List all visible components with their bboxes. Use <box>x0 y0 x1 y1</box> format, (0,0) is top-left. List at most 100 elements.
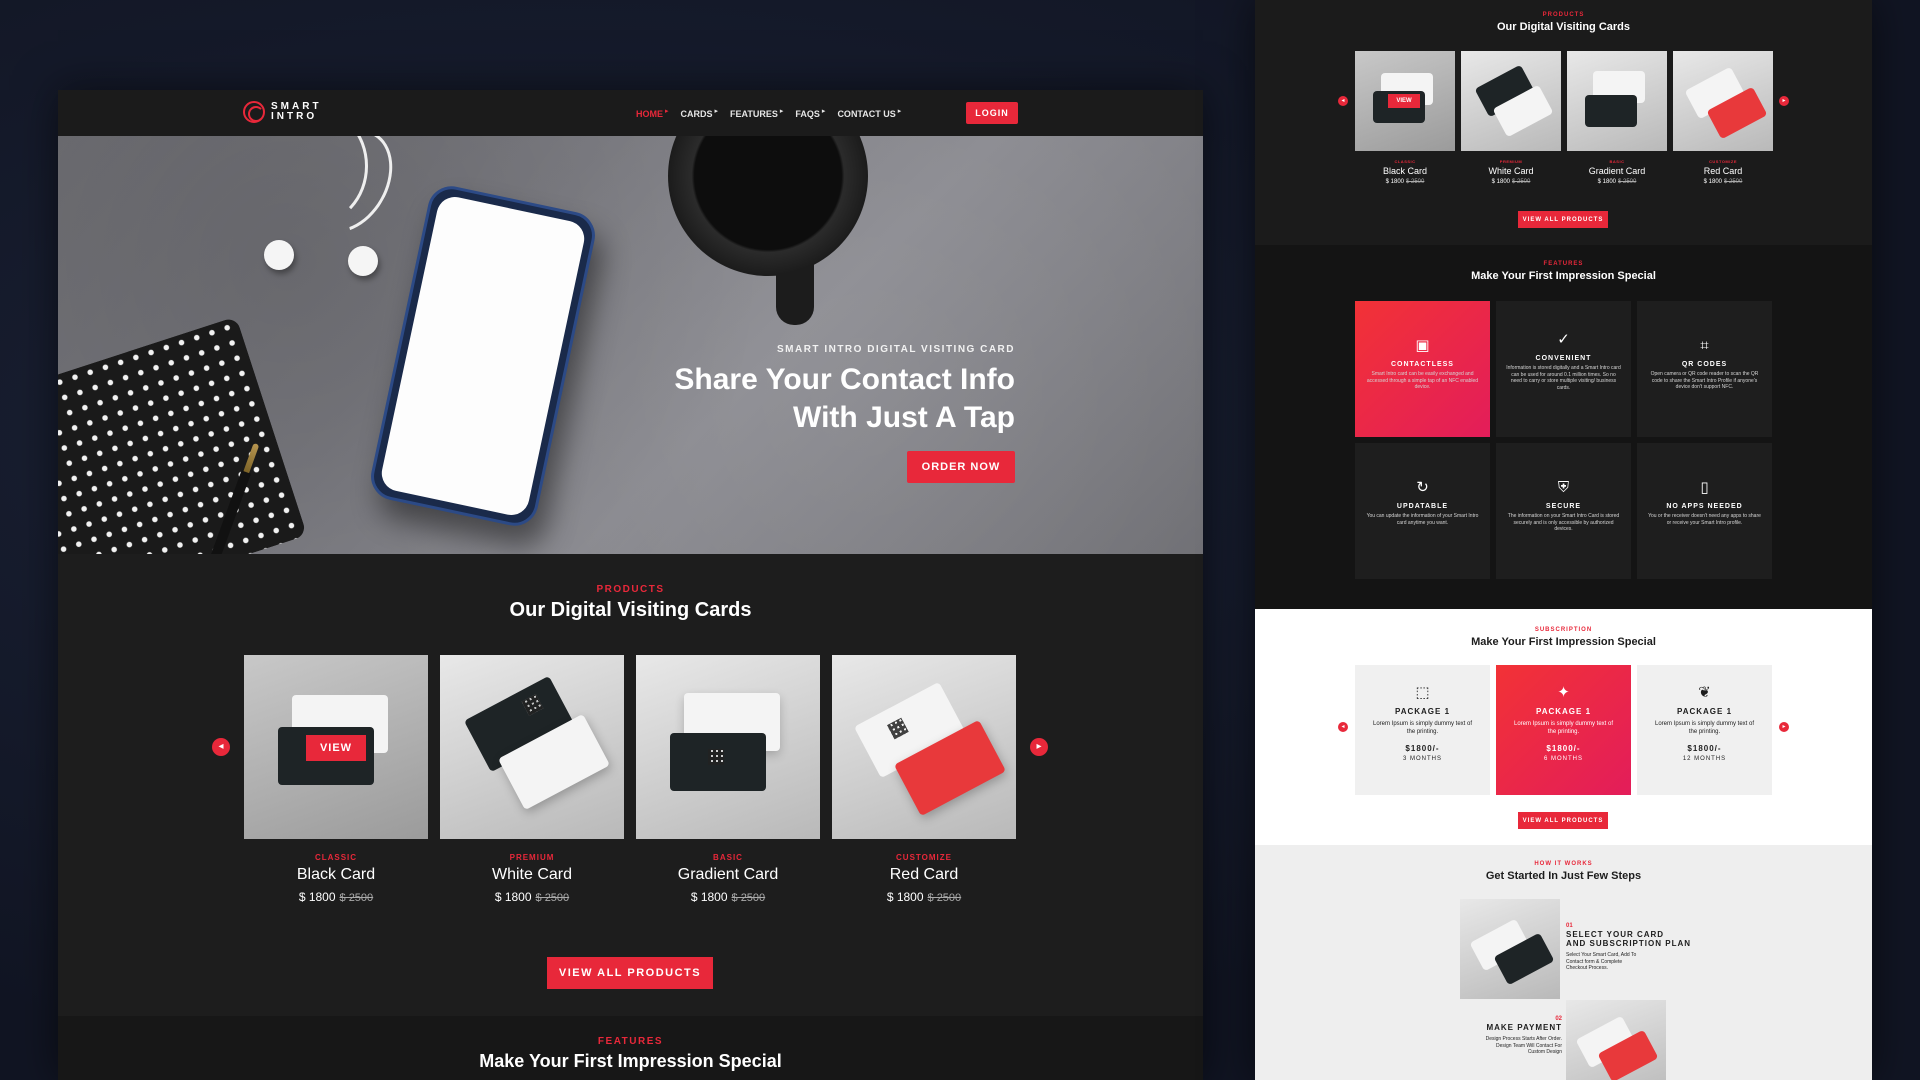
step-2-image <box>1566 1000 1666 1080</box>
r-product-card[interactable]: PREMIUM White Card $ 1800 $ 2500 <box>1461 51 1561 185</box>
r-carousel-next-icon[interactable]: ▸ <box>1779 96 1789 106</box>
refresh-icon: ↻ <box>1416 479 1429 496</box>
wallet-icon: ▣ <box>1415 337 1430 354</box>
r-package-prev-icon[interactable]: ◂ <box>1338 722 1348 732</box>
order-now-button[interactable]: ORDER NOW <box>907 451 1015 483</box>
features-title: Make Your First Impression Special <box>479 1051 782 1071</box>
menu-item-features[interactable]: FEATURES <box>730 107 783 119</box>
logo-line-2: INTRO <box>271 111 318 122</box>
r-product-card[interactable]: BASIC Gradient Card $ 1800 $ 2500 <box>1567 51 1667 185</box>
menu-item-home[interactable]: HOME <box>636 107 669 119</box>
carousel-next-icon[interactable]: ▸ <box>1030 738 1048 756</box>
r-package-next-icon[interactable]: ▸ <box>1779 722 1789 732</box>
product-card[interactable]: PREMIUM White Card $ 1800 $ 2500 <box>440 655 624 904</box>
feature-card-updatable[interactable]: ↻ UPDATABLE You can update the informati… <box>1355 443 1490 579</box>
card-price: $ 1800 $ 2500 <box>494 890 570 904</box>
logo-icon <box>243 101 265 123</box>
features-section-peek: FEATURES Make Your First Impression Spec… <box>58 1016 1203 1080</box>
leaf-icon: ❦ <box>1698 684 1711 701</box>
full-page-mockup: PRODUCTS Our Digital Visiting Cards ◂ VI… <box>1255 0 1872 1080</box>
earbud-right-image <box>348 246 378 276</box>
products-section: PRODUCTS Our Digital Visiting Cards ◂ VI… <box>58 554 1203 1014</box>
view-all-products-button[interactable]: VIEW ALL PRODUCTS <box>547 957 713 989</box>
feature-card-qr-codes[interactable]: ⌗ QR CODES Open camera or QR code reader… <box>1637 301 1772 437</box>
feature-card-convenient[interactable]: ✓ CONVENIENT Information is stored digit… <box>1496 301 1631 437</box>
r-subscription-title: Make Your First Impression Special <box>1471 636 1656 648</box>
r-how-it-works-section: HOW IT WORKS Get Started In Just Few Ste… <box>1255 845 1872 1080</box>
r-red-card-image <box>1673 51 1773 151</box>
feature-card-secure[interactable]: ⛨ SECURE The information on your Smart I… <box>1496 443 1631 579</box>
red-card-image <box>832 655 1016 839</box>
r-subscription-section: SUBSCRIPTION Make Your First Impression … <box>1255 609 1872 845</box>
step-1-image <box>1460 899 1560 999</box>
products-title: Our Digital Visiting Cards <box>509 599 752 621</box>
hero-headline: Share Your Contact Info With Just A Tap <box>674 361 1015 437</box>
packages-row: ⬚ PACKAGE 1 Lorem Ipsum is simply dummy … <box>1355 665 1772 795</box>
r-product-carousel: VIEW CLASSIC Black Card $ 1800 $ 2500 PRE… <box>1355 51 1773 185</box>
feature-card-no-apps[interactable]: ▯ NO APPS NEEDED You or the receiver doe… <box>1637 443 1772 579</box>
r-gradient-card-image <box>1567 51 1667 151</box>
card-name: Black Card <box>296 866 376 883</box>
hero-text: SMART INTRO DIGITAL VISITING CARD Share … <box>674 344 1015 483</box>
mobile-icon: ▯ <box>1700 479 1709 496</box>
card-price: $ 1800 $ 2500 <box>298 890 374 904</box>
main-menu: HOME CARDS FEATURES FAQS CONTACT US <box>636 107 901 119</box>
menu-item-cards[interactable]: CARDS <box>681 107 719 119</box>
hero-eyebrow: SMART INTRO DIGITAL VISITING CARD <box>776 344 1015 355</box>
r-view-button[interactable]: VIEW <box>1388 94 1420 108</box>
r-subscription-view-all-button[interactable]: VIEW ALL PRODUCTS <box>1518 812 1608 829</box>
frame-icon: ⬚ <box>1415 684 1430 701</box>
r-products-label: PRODUCTS <box>1542 12 1585 18</box>
card-tag: PREMIUM <box>509 853 555 862</box>
shield-icon: ⛨ <box>1557 479 1570 496</box>
hero-headline-line-2: With Just A Tap <box>793 401 1015 434</box>
r-subscription-label: SUBSCRIPTION <box>1534 627 1593 633</box>
card-tag: BASIC <box>713 853 743 862</box>
check-circle-icon: ✓ <box>1557 331 1570 348</box>
r-features-label: FEATURES <box>1543 261 1584 267</box>
hero-headline-line-1: Share Your Contact Info <box>674 363 1015 396</box>
hero-section: SMART INTRO DIGITAL VISITING CARD Share … <box>58 136 1203 554</box>
navbar: SMART INTRO HOME CARDS FEATURES FAQS CON… <box>58 90 1203 136</box>
qr-code-icon: ⌗ <box>1700 337 1709 354</box>
carousel-prev-icon[interactable]: ◂ <box>212 738 230 756</box>
r-how-title: Get Started In Just Few Steps <box>1485 870 1642 882</box>
package-card-6-months[interactable]: ✦ PACKAGE 1 Lorem Ipsum is simply dummy … <box>1496 665 1631 795</box>
r-products-section: PRODUCTS Our Digital Visiting Cards ◂ VI… <box>1255 0 1872 245</box>
card-price: $ 1800 $ 2500 <box>886 890 962 904</box>
black-card-image: VIEW <box>244 655 428 839</box>
earbud-left-image <box>264 240 294 270</box>
menu-item-faqs[interactable]: FAQS <box>795 107 825 119</box>
card-name: White Card <box>491 866 573 883</box>
r-carousel-prev-icon[interactable]: ◂ <box>1338 96 1348 106</box>
package-card-12-months[interactable]: ❦ PACKAGE 1 Lorem Ipsum is simply dummy … <box>1637 665 1772 795</box>
card-tag: CUSTOMIZE <box>896 853 952 862</box>
logo[interactable]: SMART INTRO <box>243 101 322 123</box>
gradient-card-image <box>636 655 820 839</box>
product-card[interactable]: BASIC Gradient Card $ 1800 $ 2500 <box>636 655 820 904</box>
view-button[interactable]: VIEW <box>306 735 366 761</box>
products-label: PRODUCTS <box>596 584 665 595</box>
product-card[interactable]: CUSTOMIZE Red Card $ 1800 $ 2500 <box>832 655 1016 904</box>
card-name: Gradient Card <box>677 866 779 883</box>
package-card-3-months[interactable]: ⬚ PACKAGE 1 Lorem Ipsum is simply dummy … <box>1355 665 1490 795</box>
card-price: $ 1800 $ 2500 <box>690 890 766 904</box>
r-product-card[interactable]: CUSTOMIZE Red Card $ 1800 $ 2500 <box>1673 51 1773 185</box>
card-name: Red Card <box>889 866 959 883</box>
login-button[interactable]: LOGIN <box>966 102 1018 124</box>
product-carousel: VIEW CLASSIC Black Card $ 1800 $ 2500 PRE… <box>244 655 1016 904</box>
step-2-text: 02 MAKE PAYMENT Design Process Starts Af… <box>1485 1016 1562 1055</box>
menu-item-contact[interactable]: CONTACT US <box>837 107 901 119</box>
r-view-all-products-button[interactable]: VIEW ALL PRODUCTS <box>1518 211 1608 228</box>
r-white-card-image <box>1461 51 1561 151</box>
product-card[interactable]: VIEW CLASSIC Black Card $ 1800 $ 2500 <box>244 655 428 904</box>
features-label: FEATURES <box>597 1036 664 1047</box>
r-products-title: Our Digital Visiting Cards <box>1496 21 1631 33</box>
white-card-image <box>440 655 624 839</box>
sparkle-icon: ✦ <box>1557 684 1570 701</box>
feature-card-contactless[interactable]: ▣ CONTACTLESS Smart Intro card can be ea… <box>1355 301 1490 437</box>
r-how-label: HOW IT WORKS <box>1534 861 1593 867</box>
r-black-card-image: VIEW <box>1355 51 1455 151</box>
features-grid: ▣ CONTACTLESS Smart Intro card can be ea… <box>1355 301 1772 579</box>
r-product-card[interactable]: VIEW CLASSIC Black Card $ 1800 $ 2500 <box>1355 51 1455 185</box>
